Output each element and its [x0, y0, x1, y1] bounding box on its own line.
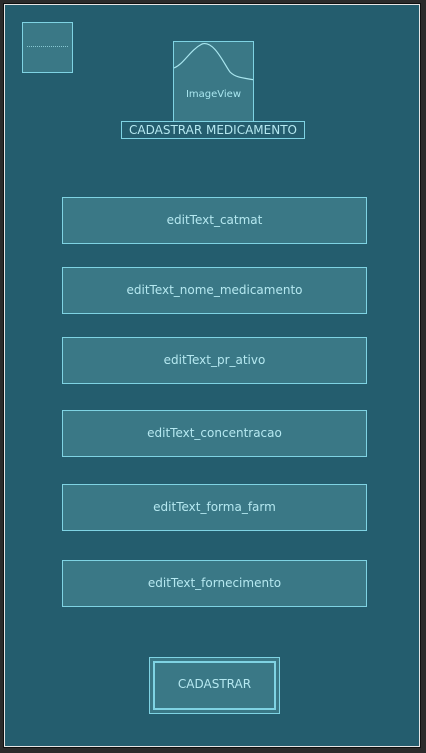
placeholder-line [27, 46, 68, 48]
image-view: ImageView [173, 41, 254, 122]
screen-frame: ImageView CADASTRAR MEDICAMENTO editText… [4, 4, 420, 747]
page-title: CADASTRAR MEDICAMENTO [121, 121, 305, 139]
cadastrar-button-label: CADASTRAR [153, 661, 276, 710]
catmat-input[interactable]: editText_catmat [62, 197, 367, 244]
image-placeholder-icon [174, 43, 253, 81]
fornecimento-input[interactable]: editText_fornecimento [62, 560, 367, 607]
concentracao-input[interactable]: editText_concentracao [62, 410, 367, 457]
nome-medicamento-input[interactable]: editText_nome_medicamento [62, 267, 367, 314]
forma-farmaceutica-input[interactable]: editText_forma_farm [62, 484, 367, 531]
image-view-label: ImageView [185, 89, 242, 100]
principio-ativo-input[interactable]: editText_pr_ativo [62, 337, 367, 384]
cadastrar-button[interactable]: CADASTRAR [149, 657, 280, 714]
placeholder-widget [22, 22, 73, 73]
